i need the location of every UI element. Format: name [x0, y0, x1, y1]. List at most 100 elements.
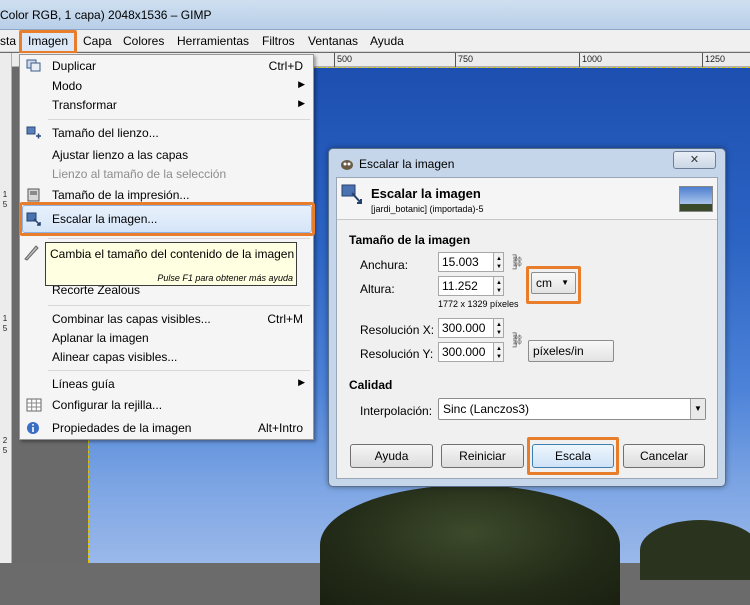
menu-item-modo[interactable]: Modo ▶ — [20, 77, 313, 96]
resolution-x-input[interactable]: 300.000 — [438, 318, 494, 338]
menu-item-label: Propiedades de la imagen — [52, 421, 192, 435]
menu-item-lineas-guia[interactable]: Líneas guía ▶ — [20, 375, 313, 394]
grid-icon — [26, 398, 42, 412]
dialog-content: Escalar la imagen [jardi_botanic] (impor… — [336, 177, 718, 479]
ruler-label: 1250 — [705, 54, 726, 64]
menu-item-duplicar[interactable]: Duplicar Ctrl+D — [20, 57, 313, 76]
menu-filtros[interactable]: Filtros — [262, 34, 295, 48]
menu-separator — [48, 238, 310, 239]
ruler-tick — [702, 53, 703, 67]
dropdown-arrow-icon: ▼ — [561, 278, 569, 287]
interpolation-label: Interpolación: — [360, 404, 433, 418]
menu-item-label: Lienzo al tamaño de la selección — [52, 167, 227, 181]
info-icon — [27, 422, 39, 434]
help-button[interactable]: Ayuda — [350, 444, 433, 468]
menu-colores[interactable]: Colores — [123, 34, 164, 48]
menu-separator — [48, 119, 310, 120]
title-bar: Color RGB, 1 capa) 2048x1536 – GIMP — [0, 0, 750, 30]
menu-shortcut: Ctrl+D — [268, 59, 303, 73]
resolution-y-input[interactable]: 300.000 — [438, 342, 494, 362]
menu-item-lienzo-seleccion: Lienzo al tamaño de la selección — [20, 165, 313, 184]
tooltip: Cambia el tamaño del contenido de la ima… — [45, 242, 297, 286]
menu-item-alinear-capas[interactable]: Alinear capas visibles... — [20, 348, 313, 367]
unit-value: cm — [536, 276, 552, 290]
menu-item-label: Combinar las capas visibles... — [52, 312, 211, 326]
menu-shortcut: Alt+Intro — [257, 421, 303, 435]
menu-vista[interactable]: sta — [0, 34, 16, 48]
menu-herramientas[interactable]: Herramientas — [177, 34, 249, 48]
duplicate-icon — [26, 59, 41, 72]
spin-down-icon: ▼ — [496, 354, 502, 360]
image-thumbnail — [679, 186, 713, 212]
scale-button[interactable]: Escala — [532, 444, 614, 468]
ruler-label: 5 — [2, 324, 8, 333]
resolution-y-spinner[interactable]: ▲ ▼ — [493, 342, 504, 362]
tooltip-hint: Pulse F1 para obtener más ayuda — [157, 273, 293, 283]
menu-item-configurar-rejilla[interactable]: Configurar la rejilla... — [20, 396, 313, 415]
menu-imagen[interactable]: Imagen — [28, 34, 68, 48]
resolution-y-label: Resolución Y: — [360, 347, 434, 361]
chain-link-icon[interactable]: ┐ ⛓ ┘ — [511, 329, 524, 353]
menu-item-label: Tamaño del lienzo... — [52, 126, 159, 140]
dialog-title: Escalar la imagen — [359, 157, 455, 171]
ruler-label: 750 — [458, 54, 474, 64]
vertical-ruler[interactable]: 1 5 1 5 2 5 — [0, 53, 12, 563]
width-label: Anchura: — [360, 258, 409, 272]
ruler-tick — [334, 53, 335, 67]
spin-down-icon: ▼ — [496, 288, 502, 294]
reset-button[interactable]: Reiniciar — [441, 444, 524, 468]
dialog-heading: Escalar la imagen — [371, 186, 481, 201]
menu-item-label: Líneas guía — [52, 377, 115, 391]
cancel-button[interactable]: Cancelar — [623, 444, 705, 468]
chain-link-icon[interactable]: ┐ ⛓ ┘ — [511, 251, 524, 275]
menu-item-label: Ajustar lienzo a las capas — [52, 148, 189, 162]
height-spinner[interactable]: ▲ ▼ — [493, 276, 504, 296]
menu-item-propiedades[interactable]: Propiedades de la imagen Alt+Intro — [20, 419, 313, 438]
dialog-subheading: [jardi_botanic] (importada)-5 — [371, 204, 484, 214]
highlight-box — [19, 202, 315, 236]
menu-separator — [48, 305, 310, 306]
submenu-arrow-icon: ▶ — [298, 98, 305, 108]
window-title: Color RGB, 1 capa) 2048x1536 – GIMP — [0, 8, 212, 22]
menu-item-transformar[interactable]: Transformar ▶ — [20, 96, 313, 115]
resolution-unit-select[interactable]: píxeles/in — [528, 340, 614, 362]
menu-item-label: Configurar la rejilla... — [52, 398, 163, 412]
resolution-x-label: Resolución X: — [360, 323, 435, 337]
tooltip-text: Cambia el tamaño del contenido de la ima… — [50, 247, 295, 261]
menu-capa[interactable]: Capa — [83, 34, 112, 48]
menu-ayuda[interactable]: Ayuda — [370, 34, 404, 48]
scale-image-dialog: Escalar la imagen ✕ Escalar la imagen [j… — [328, 148, 726, 487]
width-input[interactable]: 15.003 — [438, 252, 494, 272]
resolution-unit-value: píxeles/in — [533, 344, 584, 358]
spin-up-icon: ▲ — [496, 322, 502, 328]
height-input[interactable]: 11.252 — [438, 276, 494, 296]
menu-item-label: Aplanar la imagen — [52, 331, 149, 345]
interpolation-select[interactable]: Sinc (Lanczos3) ▼ — [438, 398, 706, 420]
interpolation-value: Sinc (Lanczos3) — [443, 402, 530, 416]
ruler-label: 2 — [2, 436, 8, 445]
menu-ventanas[interactable]: Ventanas — [308, 34, 358, 48]
ruler-label: 5 — [2, 200, 8, 209]
menu-item-aplanar[interactable]: Aplanar la imagen — [20, 329, 313, 348]
close-button[interactable]: ✕ — [673, 151, 716, 169]
section-quality-label: Calidad — [349, 378, 393, 392]
menu-item-ajustar-lienzo[interactable]: Ajustar lienzo a las capas — [20, 146, 313, 165]
spin-up-icon: ▲ — [496, 346, 502, 352]
scale-image-icon — [341, 184, 362, 204]
width-spinner[interactable]: ▲ ▼ — [493, 252, 504, 272]
canvas-size-icon — [26, 126, 41, 139]
dropdown-arrow-icon: ▼ — [690, 399, 705, 419]
menu-shortcut: Ctrl+M — [267, 312, 303, 326]
submenu-arrow-icon: ▶ — [298, 79, 305, 89]
pixels-info: 1772 x 1329 píxeles — [438, 299, 519, 309]
menu-item-tamano-lienzo[interactable]: Tamaño del lienzo... — [20, 124, 313, 143]
spin-down-icon: ▼ — [496, 330, 502, 336]
unit-select[interactable]: cm ▼ — [531, 272, 576, 294]
menu-item-combinar-capas[interactable]: Combinar las capas visibles... Ctrl+M — [20, 310, 313, 329]
menu-item-label: Modo — [52, 79, 83, 93]
menu-item-label: Duplicar — [52, 59, 97, 73]
menu-item-label: Transformar — [52, 98, 117, 112]
spin-up-icon: ▲ — [496, 280, 502, 286]
close-icon: ✕ — [689, 154, 700, 166]
resolution-x-spinner[interactable]: ▲ ▼ — [493, 318, 504, 338]
